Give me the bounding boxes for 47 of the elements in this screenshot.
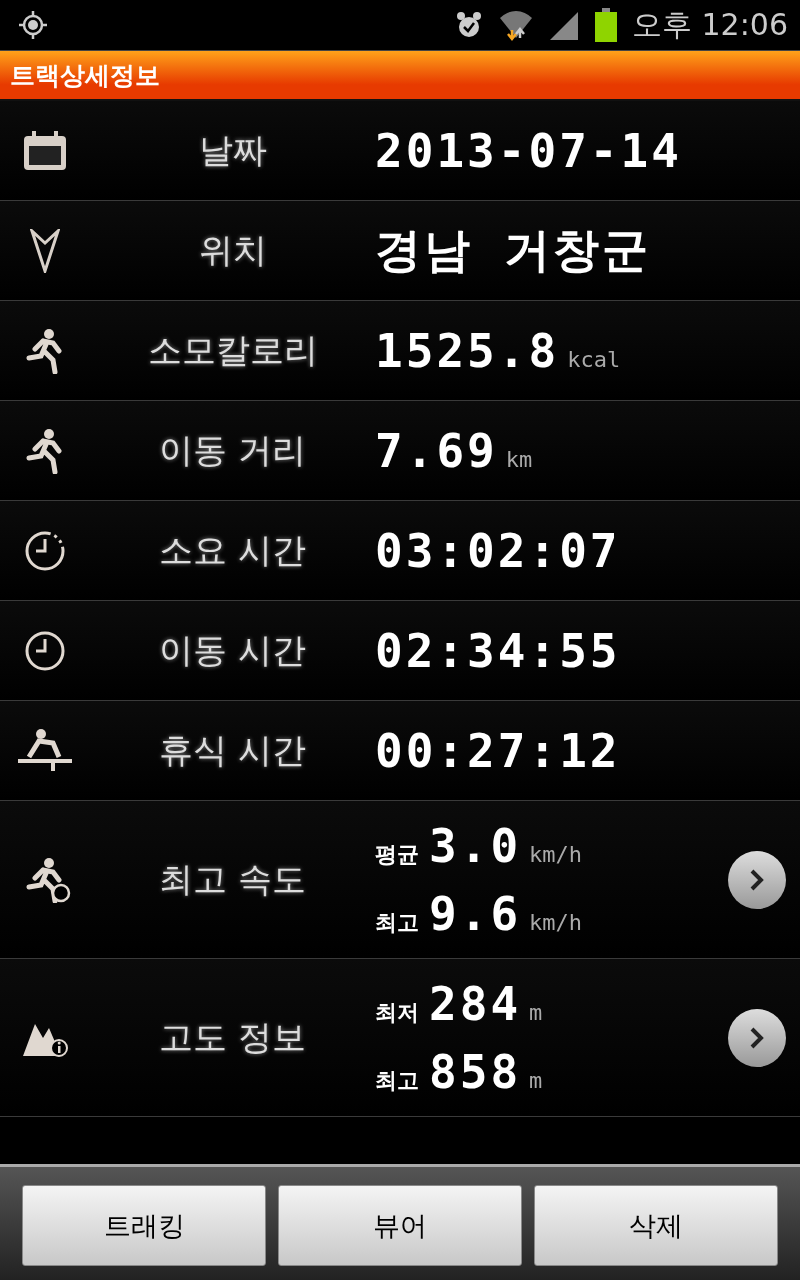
value-prefix: 평균	[375, 840, 419, 869]
row-value: 00:27:12	[375, 723, 621, 778]
row-value: 1525.8	[375, 323, 560, 378]
alarm-icon	[454, 10, 484, 40]
unit-label: m	[529, 999, 543, 1025]
row-label: 위치	[198, 228, 267, 272]
row-value: 7.69	[375, 423, 498, 478]
row-value: 9.6	[429, 886, 522, 941]
detail-arrow-button[interactable]	[728, 1008, 786, 1067]
action-button[interactable]: 삭제	[534, 1185, 778, 1266]
value-prefix: 최저	[375, 998, 419, 1027]
row-value: 03:02:07	[375, 523, 621, 578]
row-value: 2013-07-14	[375, 123, 682, 178]
calendar-icon	[22, 129, 68, 172]
row-label: 최고 속도	[159, 857, 306, 901]
signal-icon	[548, 10, 580, 40]
wifi-icon	[498, 8, 534, 42]
battery-icon	[594, 8, 618, 42]
resting-figure-icon	[17, 728, 73, 773]
row-value: 경남 거창군	[375, 221, 651, 279]
value-prefix: 최고	[375, 908, 419, 937]
row-value: 858	[429, 1044, 522, 1099]
clock-time: 오후 12:06	[632, 5, 788, 44]
row-value: 3.0	[429, 818, 522, 873]
row-label: 소요 시간	[159, 528, 306, 572]
row-label: 휴식 시간	[159, 728, 306, 772]
unit-label: kcal	[567, 346, 621, 372]
row-label: 이동 시간	[159, 628, 306, 672]
row-label: 고도 정보	[159, 1015, 306, 1059]
value-prefix: 최고	[375, 1066, 419, 1095]
screen-title: 트랙상세정보	[10, 59, 160, 92]
row-value: 02:34:55	[375, 623, 621, 678]
unit-label: km/h	[529, 909, 583, 935]
unit-label: km	[505, 446, 533, 472]
unit-label: m	[529, 1067, 543, 1093]
action-button[interactable]: 뷰어	[278, 1185, 522, 1266]
row-label: 날짜	[198, 128, 267, 172]
chevron-icon	[748, 1025, 766, 1050]
detail-arrow-button[interactable]	[728, 850, 786, 909]
action-button[interactable]: 트래킹	[22, 1185, 266, 1266]
location-arrow-icon	[30, 228, 60, 273]
gps-icon	[18, 10, 48, 40]
row-value: 284	[429, 976, 522, 1031]
unit-label: km/h	[529, 841, 583, 867]
chevron-icon	[748, 867, 766, 892]
row-label: 이동 거리	[159, 428, 306, 472]
row-label: 소모칼로리	[147, 328, 318, 372]
